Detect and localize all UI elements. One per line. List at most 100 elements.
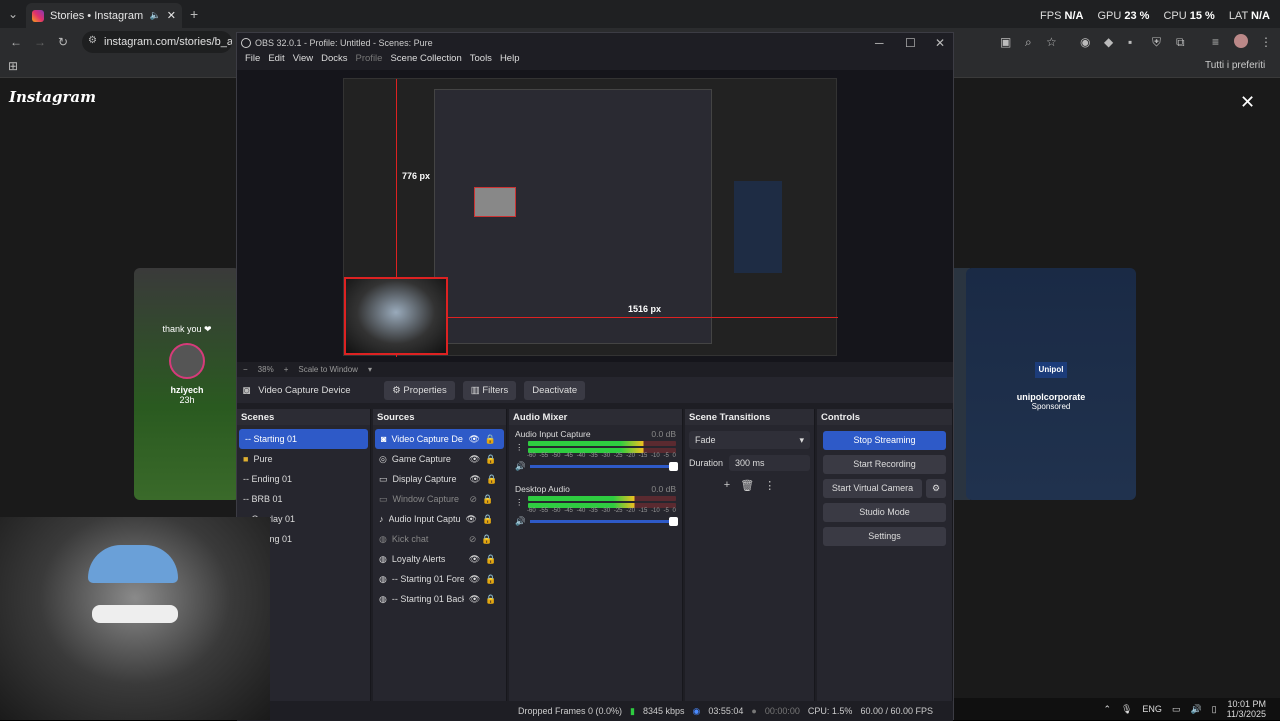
bookmark-star-icon[interactable]: ☆ xyxy=(1046,35,1057,49)
puzzle-icon[interactable]: ⧉ xyxy=(1176,35,1185,50)
scale-mode[interactable]: Scale to Window xyxy=(298,365,358,374)
scene-item[interactable]: ■ Pure xyxy=(237,449,370,469)
speaker-icon[interactable]: 🔊 xyxy=(515,461,526,472)
menu-file[interactable]: File xyxy=(241,53,264,70)
eye-icon[interactable]: 👁 xyxy=(469,454,480,465)
source-item[interactable]: ◎ Game Capture 👁 🔒 xyxy=(373,449,506,469)
zoom-out-icon[interactable]: − xyxy=(243,365,248,374)
start-recording-button[interactable]: Start Recording xyxy=(823,455,946,474)
lock-icon[interactable]: 🔒 xyxy=(482,514,493,525)
eye-hidden-icon[interactable]: ⊘ xyxy=(470,494,478,505)
lock-icon[interactable]: 🔒 xyxy=(485,454,496,465)
menu-view[interactable]: View xyxy=(289,53,317,70)
add-icon[interactable]: + xyxy=(724,479,730,492)
filters-button[interactable]: ▥ Filters xyxy=(462,380,517,400)
screen-share-icon[interactable]: ▣ xyxy=(1000,35,1011,49)
forward-icon[interactable]: → xyxy=(34,35,46,49)
duration-input[interactable]: 300 ms xyxy=(729,455,810,471)
extension-icon[interactable]: ◉ xyxy=(1080,35,1090,49)
menu-scene-collection[interactable]: Scene Collection xyxy=(386,53,465,70)
story-preview-left[interactable]: thank you ❤ hziyech 23h xyxy=(134,268,240,500)
eye-icon[interactable]: 👁 xyxy=(470,474,481,485)
apps-grid-icon[interactable]: ⊞ xyxy=(8,59,18,73)
network-icon[interactable]: ▭ xyxy=(1172,704,1181,715)
start-virtual-camera-button[interactable]: Start Virtual Camera xyxy=(823,479,922,498)
source-item[interactable]: ◍ -- Starting 01 Back 👁 🔒 xyxy=(373,589,506,609)
lock-icon[interactable]: 🔒 xyxy=(485,554,496,565)
channel-menu-icon[interactable]: ⋮ xyxy=(515,497,524,508)
preview-canvas[interactable]: 776 px 1516 px xyxy=(343,78,838,357)
transition-select[interactable]: Fade ▾ xyxy=(689,431,810,449)
language-indicator[interactable]: ENG xyxy=(1142,704,1162,714)
source-item[interactable]: ◍ Loyalty Alerts 👁 🔒 xyxy=(373,549,506,569)
menu-tools[interactable]: Tools xyxy=(466,53,496,70)
scale-dropdown-icon[interactable]: ▾ xyxy=(368,365,372,374)
eye-icon[interactable]: 👁 xyxy=(466,514,477,525)
lock-icon[interactable]: 🔒 xyxy=(485,594,496,605)
story-preview-right[interactable]: Unipol unipolcorporate Sponsored xyxy=(966,268,1136,500)
source-item[interactable]: ◙ Video Capture Device 👁 🔒 xyxy=(375,429,504,449)
battery-icon[interactable]: ▯ xyxy=(1212,704,1217,715)
menu-dots-icon[interactable]: ⋮ xyxy=(1260,35,1272,49)
obs-preview[interactable]: 776 px 1516 px xyxy=(237,70,953,362)
minimize-icon[interactable]: ─ xyxy=(875,36,884,50)
new-tab-icon[interactable]: + xyxy=(190,6,198,22)
close-tab-icon[interactable]: ✕ xyxy=(167,9,176,22)
scene-item[interactable]: -- Starting 01 xyxy=(239,429,368,449)
mute-icon[interactable]: 🔈 xyxy=(150,10,161,21)
source-item[interactable]: ▭ Display Capture 👁 🔒 xyxy=(373,469,506,489)
virtual-camera-settings-icon[interactable]: ⚙ xyxy=(926,479,946,498)
chevron-up-icon[interactable]: ⌃ xyxy=(1103,704,1111,715)
slider-handle[interactable] xyxy=(669,462,678,471)
scene-item[interactable]: -- Ending 01 xyxy=(237,469,370,489)
source-item[interactable]: ◍ -- Starting 01 Fore 👁 🔒 xyxy=(373,569,506,589)
zoom-icon[interactable]: ⌕ xyxy=(1025,35,1032,50)
studio-mode-button[interactable]: Studio Mode xyxy=(823,503,946,522)
browser-tab[interactable]: Stories • Instagram 🔈 ✕ xyxy=(26,3,182,28)
lock-icon[interactable]: 🔒 xyxy=(481,534,492,545)
speaker-icon[interactable]: 🔊 xyxy=(515,516,526,527)
menu-help[interactable]: Help xyxy=(496,53,524,70)
source-item[interactable]: ♪ Audio Input Capture 👁 🔒 xyxy=(373,509,506,529)
channel-menu-icon[interactable]: ⋮ xyxy=(515,442,524,453)
properties-button[interactable]: ⚙ Properties xyxy=(384,380,455,400)
eye-hidden-icon[interactable]: ⊘ xyxy=(469,534,477,545)
volume-slider[interactable] xyxy=(529,517,678,526)
extension-icon[interactable]: ◆ xyxy=(1104,35,1113,49)
tab-search-icon[interactable]: ≡ xyxy=(1212,35,1219,49)
slider-handle[interactable] xyxy=(669,517,678,526)
stop-streaming-button[interactable]: Stop Streaming xyxy=(823,431,946,450)
eye-icon[interactable]: 👁 xyxy=(468,434,479,445)
eye-icon[interactable]: 👁 xyxy=(469,574,480,585)
source-item[interactable]: ▭ Window Capture ⊘ 🔒 xyxy=(373,489,506,509)
volume-slider[interactable] xyxy=(529,462,678,471)
site-info-icon[interactable]: ⚙ xyxy=(88,35,97,46)
eye-icon[interactable]: 👁 xyxy=(469,594,480,605)
tab-list-icon[interactable]: ⌄ xyxy=(8,7,18,21)
lock-icon[interactable]: 🔒 xyxy=(482,494,493,505)
back-icon[interactable]: ← xyxy=(10,35,22,49)
reload-icon[interactable]: ↻ xyxy=(58,35,68,49)
source-item[interactable]: ◍ Kick chat ⊘ 🔒 xyxy=(373,529,506,549)
selected-webcam-source[interactable] xyxy=(344,277,448,355)
volume-icon[interactable]: 🔊 xyxy=(1190,704,1201,715)
extension-icon[interactable]: ▪ xyxy=(1128,35,1132,49)
menu-profile[interactable]: Profile xyxy=(352,53,387,70)
deactivate-button[interactable]: Deactivate xyxy=(524,380,586,400)
all-bookmarks-link[interactable]: Tutti i preferiti xyxy=(1205,60,1265,71)
close-stories-icon[interactable]: ✕ xyxy=(1240,92,1255,113)
close-window-icon[interactable]: ✕ xyxy=(935,36,945,50)
scene-item[interactable]: -- BRB 01 xyxy=(237,489,370,509)
zoom-in-icon[interactable]: + xyxy=(284,365,289,374)
menu-dots-icon[interactable]: ⋮ xyxy=(764,479,775,492)
settings-button[interactable]: Settings xyxy=(823,527,946,546)
eye-icon[interactable]: 👁 xyxy=(469,554,480,565)
instagram-logo[interactable]: Instagram xyxy=(9,88,96,106)
menu-edit[interactable]: Edit xyxy=(264,53,288,70)
clock[interactable]: 10:01 PM 11/3/2025 xyxy=(1227,699,1266,719)
lock-icon[interactable]: 🔒 xyxy=(486,474,497,485)
lock-icon[interactable]: 🔒 xyxy=(485,574,496,585)
lock-icon[interactable]: 🔒 xyxy=(485,434,496,445)
profile-avatar[interactable] xyxy=(1234,34,1248,48)
microphone-icon[interactable]: 🎙 xyxy=(1121,704,1132,715)
